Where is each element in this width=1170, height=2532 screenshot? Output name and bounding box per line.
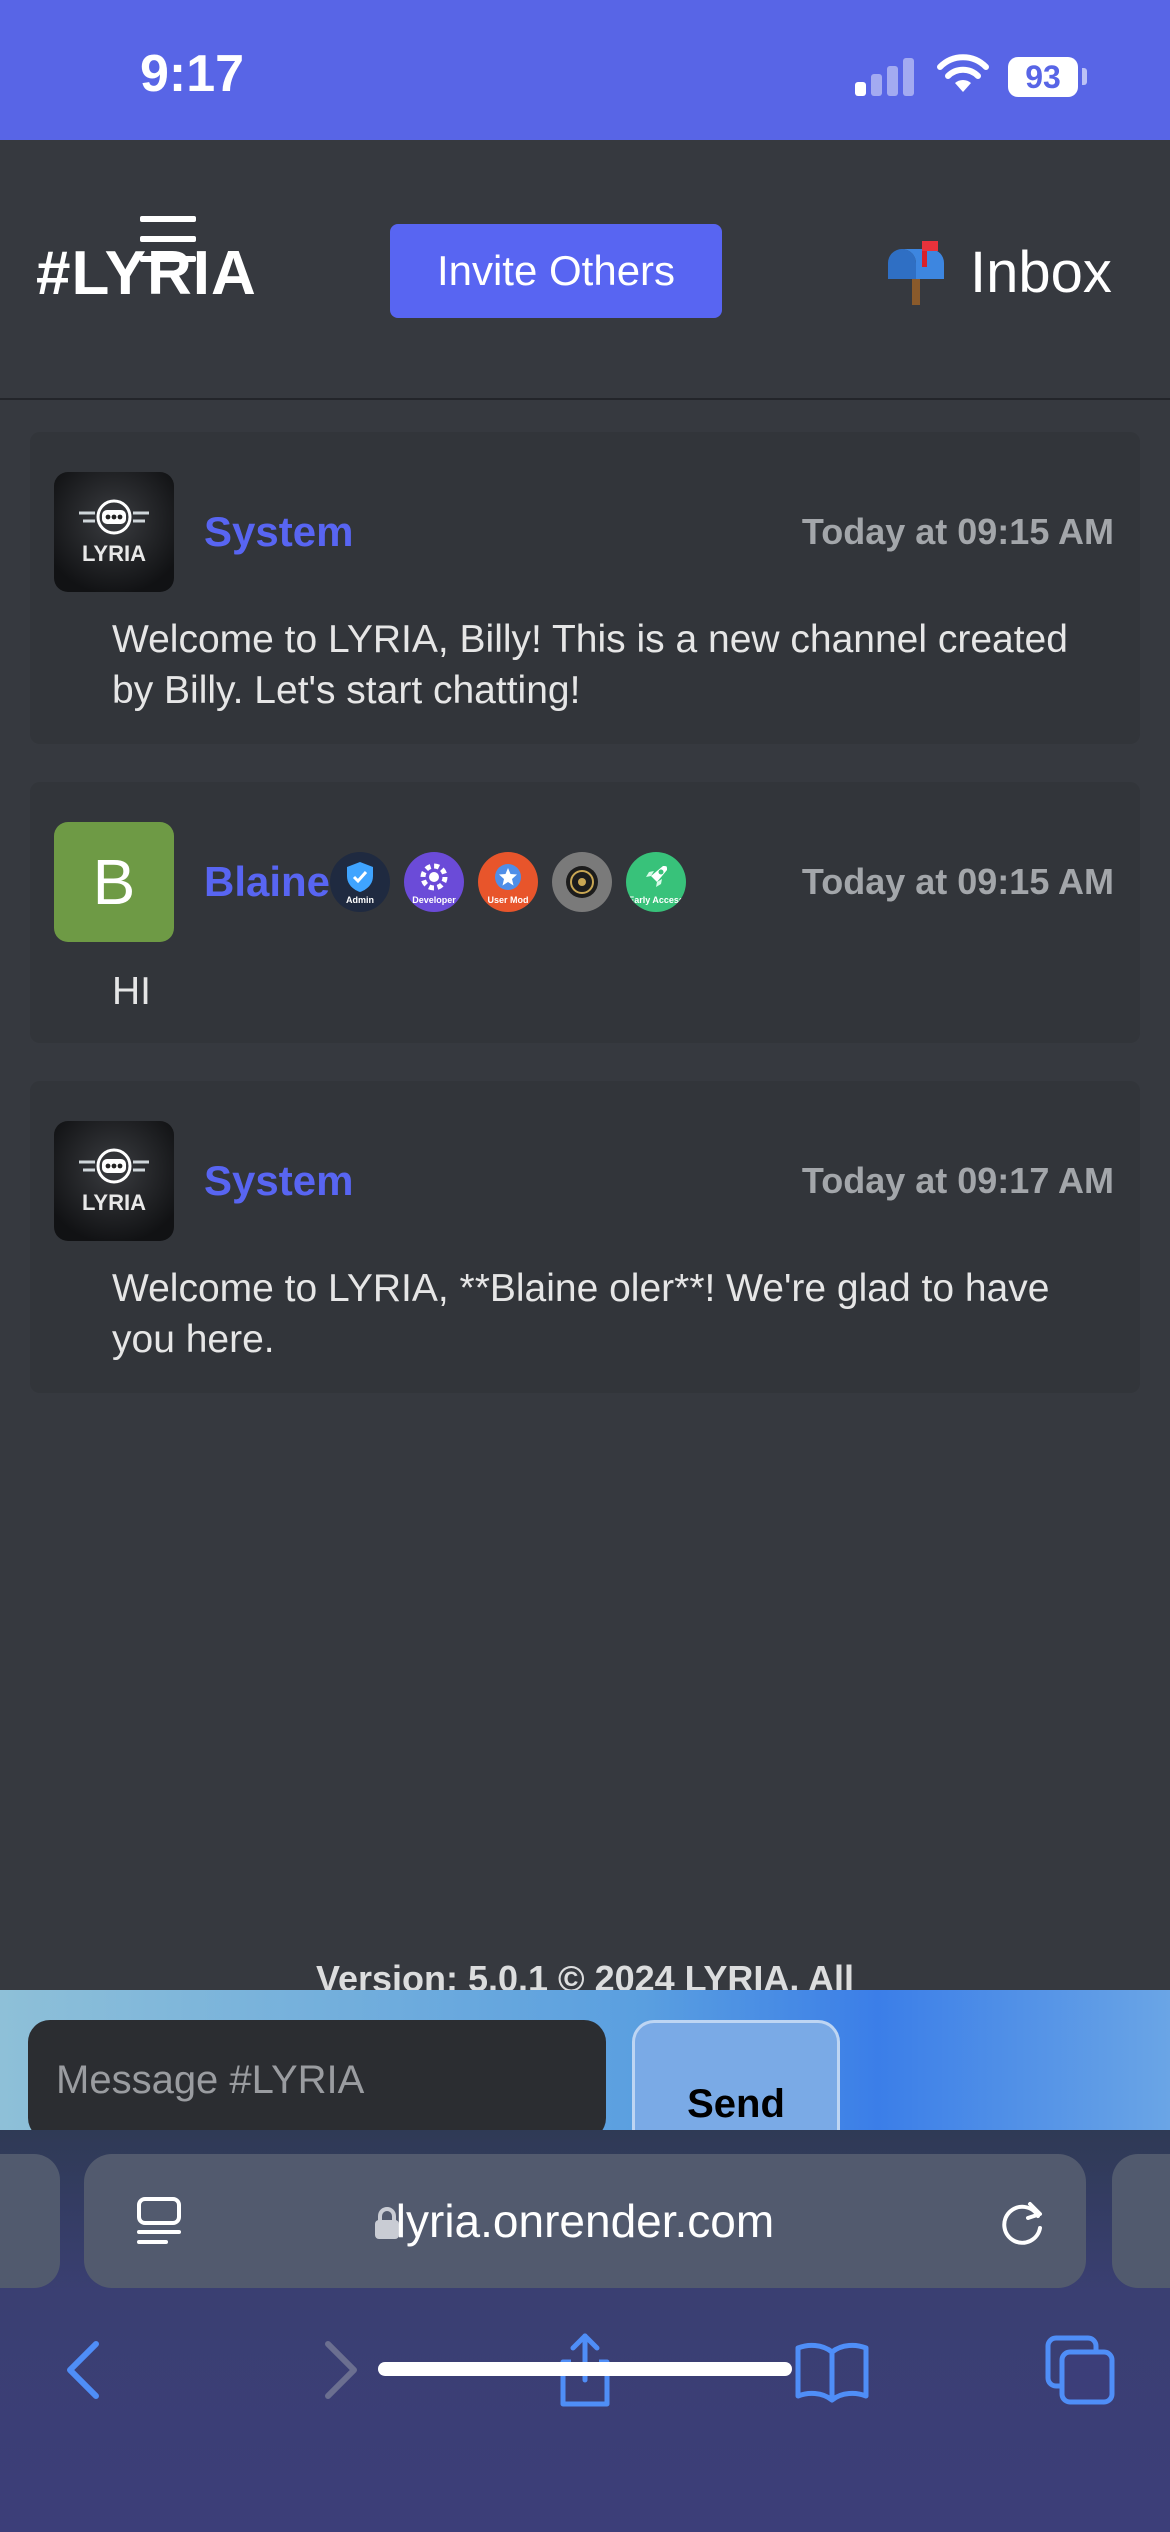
address-bar[interactable]: lyria.onrender.com xyxy=(84,2154,1086,2288)
status-bar: 9:17 93 xyxy=(0,0,1170,140)
tab-switcher-icon[interactable] xyxy=(1040,2330,1120,2410)
system-avatar[interactable]: LYRIA xyxy=(54,472,174,592)
browser-toolbar: lyria.onrender.com xyxy=(0,2130,1170,2532)
signal-icon xyxy=(855,58,915,96)
forward-icon[interactable] xyxy=(298,2330,378,2410)
message-composer: Send xyxy=(0,1990,1170,2130)
message-timestamp: Today at 09:17 AM xyxy=(801,1160,1114,1201)
bookmarks-icon[interactable] xyxy=(792,2330,872,2410)
user-badges: Admin Developer User Mod Early Access xyxy=(330,852,687,912)
lyria-logo-icon: LYRIA xyxy=(79,499,149,566)
system-avatar[interactable]: LYRIA xyxy=(54,1121,174,1241)
battery-tip xyxy=(1082,68,1087,85)
home-indicator[interactable] xyxy=(378,2362,792,2376)
invite-others-button[interactable]: Invite Others xyxy=(390,224,722,318)
early-access-badge[interactable]: Early Access xyxy=(626,852,687,912)
version-text: Version: 5.0.1 © 2024 LYRIA. All xyxy=(315,1958,855,1990)
lyria-logo-icon: LYRIA xyxy=(79,1148,149,1215)
admin-badge[interactable]: Admin xyxy=(330,852,391,912)
battery-icon: 93 xyxy=(1008,57,1078,97)
gear-icon xyxy=(420,863,448,891)
mailbox-icon xyxy=(888,241,944,305)
message-item: B Blaine Admin Developer User Mod Early … xyxy=(30,782,1140,1043)
badge-label: User Mod xyxy=(487,895,529,905)
user-avatar[interactable]: B xyxy=(54,822,174,942)
message-text: Welcome to LYRIA, Billy! This is a new c… xyxy=(112,618,1068,712)
inbox-button[interactable]: Inbox xyxy=(882,232,1112,312)
reload-icon[interactable] xyxy=(994,2194,1050,2250)
wifi-icon xyxy=(937,54,989,92)
message-text: Welcome to LYRIA, **Blaine oler**! We're… xyxy=(112,1267,1050,1361)
message-timestamp: Today at 09:15 AM xyxy=(801,861,1114,902)
shield-icon xyxy=(347,862,374,892)
badge-label: Early Access xyxy=(628,895,684,905)
message-item: LYRIA System Today at 09:15 AM Welcome t… xyxy=(30,432,1140,744)
star-icon xyxy=(495,864,522,890)
menu-icon[interactable] xyxy=(140,216,196,276)
user-mod-badge[interactable]: User Mod xyxy=(478,852,539,912)
url-text[interactable]: lyria.onrender.com xyxy=(84,2154,1086,2288)
message-text: HI xyxy=(112,970,151,1013)
message-input[interactable] xyxy=(28,2020,606,2130)
svg-text:LYRIA: LYRIA xyxy=(82,541,146,566)
message-author[interactable]: System xyxy=(204,1157,353,1205)
message-timestamp: Today at 09:15 AM xyxy=(801,511,1114,552)
rocket-icon xyxy=(646,866,668,887)
developer-badge[interactable]: Developer xyxy=(404,852,465,912)
badge-label: Admin xyxy=(346,895,375,905)
next-tab[interactable] xyxy=(1112,2154,1170,2288)
svg-text:LYRIA: LYRIA xyxy=(82,1190,146,1215)
inbox-label: Inbox xyxy=(970,239,1112,305)
message-author[interactable]: System xyxy=(204,508,353,556)
back-icon[interactable] xyxy=(46,2330,126,2410)
dark-badge[interactable] xyxy=(552,852,613,912)
message-list: LYRIA System Today at 09:15 AM Welcome t… xyxy=(30,432,1140,1431)
previous-tab[interactable] xyxy=(0,2154,60,2288)
coin-icon xyxy=(566,866,599,898)
message-author[interactable]: Blaine xyxy=(204,858,330,906)
status-time: 9:17 xyxy=(140,45,245,103)
app-header: #LYRIA Invite Others Inbox xyxy=(0,140,1170,400)
badge-label: Developer xyxy=(412,895,456,905)
message-item: LYRIA System Today at 09:17 AM Welcome t… xyxy=(30,1081,1140,1393)
send-button[interactable]: Send xyxy=(632,2020,840,2130)
